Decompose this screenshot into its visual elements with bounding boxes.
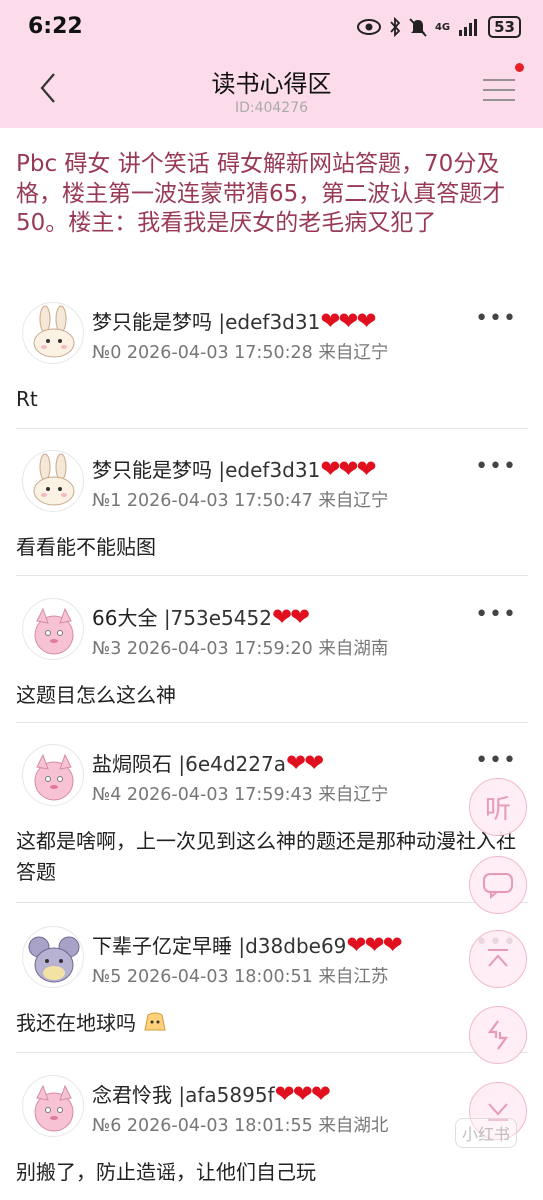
more-options-icon[interactable]: ••• [475, 602, 517, 627]
author-uid: |afa5895f [178, 1083, 275, 1107]
author-name: 梦只能是梦吗 [92, 458, 212, 482]
heart-badges: ❤❤ [271, 603, 310, 631]
listen-label: 听 [484, 794, 511, 825]
post-content: 这都是啥啊，上一次见到这么神的题还是那种动漫社入社答题 [16, 829, 516, 884]
comment-icon [483, 873, 513, 899]
author-uid: |753e5452 [163, 606, 272, 630]
heart-badges: ❤❤ [285, 749, 324, 777]
post-meta: №5 2026-04-03 18:00:51 来自江苏 [92, 967, 389, 987]
author-name: 66大全 [92, 606, 158, 630]
post-meta: №1 2026-04-03 17:50:47 来自辽宁 [92, 491, 389, 511]
notification-dot [515, 63, 524, 72]
post-content: 别搬了，防止造谣，让他们自己玩 [16, 1160, 316, 1184]
post-item: 盐焗陨石 |6e4d227a❤❤ №4 2026-04-03 17:59:43 … [0, 744, 543, 900]
divider [16, 722, 528, 723]
mute-icon [409, 18, 427, 37]
rabbit-avatar[interactable] [22, 302, 84, 364]
divider [16, 902, 528, 903]
scroll-top-button[interactable] [469, 930, 527, 988]
post-meta: №4 2026-04-03 17:59:43 来自辽宁 [92, 785, 389, 805]
post-author[interactable]: 梦只能是梦吗 |edef3d31❤❤❤ [92, 306, 377, 335]
heart-badges: ❤❤❤ [346, 931, 402, 959]
author-uid: |6e4d227a [178, 752, 286, 776]
more-options-icon[interactable]: ••• [475, 306, 517, 331]
post-item: 梦只能是梦吗 |edef3d31❤❤❤ №0 2026-04-03 17:50:… [0, 302, 543, 428]
post-meta: №6 2026-04-03 18:01:55 来自湖北 [92, 1116, 389, 1136]
gray-mouse-avatar[interactable] [22, 926, 84, 988]
watermark-logo: 小红书 [455, 1118, 518, 1148]
emoji-sticker-icon [144, 1012, 166, 1031]
pink-monster-avatar[interactable] [22, 598, 84, 660]
post-meta: №0 2026-04-03 17:50:28 来自辽宁 [92, 343, 389, 363]
more-options-icon[interactable]: ••• [475, 454, 517, 479]
post-content: 我还在地球吗 [16, 1008, 526, 1039]
post-content: 看看能不能贴图 [16, 535, 156, 559]
more-options-icon[interactable]: ••• [475, 748, 517, 773]
heart-badges: ❤❤❤ [320, 307, 376, 335]
post-author[interactable]: 66大全 |753e5452❤❤ [92, 602, 310, 631]
page-title: 读书心得区 [211, 70, 332, 98]
post-item: 66大全 |753e5452❤❤ №3 2026-04-03 17:59:20 … [0, 598, 543, 724]
listen-button[interactable]: 听 [469, 778, 527, 836]
author-name: 下辈子亿定早睡 [92, 934, 232, 958]
post-text: 我还在地球吗 [16, 1011, 136, 1035]
post-author[interactable]: 梦只能是梦吗 |edef3d31❤❤❤ [92, 454, 377, 483]
signal-icon [459, 19, 478, 36]
status-bar: 6:22 4G 53 [0, 0, 543, 52]
author-name: 梦只能是梦吗 [92, 310, 212, 334]
top-nav-bar: 读书心得区 ID:404276 [0, 52, 543, 128]
post-content: Rt [16, 387, 38, 411]
post-author[interactable]: 下辈子亿定早睡 |d38dbe69❤❤❤ [92, 930, 403, 959]
status-icons: 4G 53 [356, 16, 521, 38]
eye-icon [356, 19, 381, 35]
network-type: 4G [434, 21, 451, 33]
post-meta: №3 2026-04-03 17:59:20 来自湖南 [92, 639, 389, 659]
pink-monster-avatar[interactable] [22, 1075, 84, 1137]
post-author[interactable]: 念君怜我 |afa5895f❤❤❤ [92, 1079, 331, 1108]
author-name: 念君怜我 [92, 1083, 172, 1107]
refresh-button[interactable] [469, 1006, 527, 1064]
author-uid: |edef3d31 [218, 458, 321, 482]
pink-monster-avatar[interactable] [22, 744, 84, 806]
topic-title: Pbc 碍女 讲个笑话 碍女解新网站答题，70分及格，楼主第一波连蒙带猜65，第… [16, 151, 506, 236]
topic-id: ID:404276 [234, 100, 309, 116]
post-item: 梦只能是梦吗 |edef3d31❤❤❤ №1 2026-04-03 17:50:… [0, 450, 543, 576]
post-content: 这题目怎么这么神 [16, 683, 176, 707]
rabbit-avatar[interactable] [22, 450, 84, 512]
author-uid: |d38dbe69 [238, 934, 347, 958]
status-time: 6:22 [28, 14, 83, 39]
heart-badges: ❤❤❤ [320, 455, 376, 483]
menu-icon[interactable] [483, 76, 515, 104]
divider [16, 428, 528, 429]
post-author[interactable]: 盐焗陨石 |6e4d227a❤❤ [92, 748, 324, 777]
divider [16, 1052, 528, 1053]
battery-indicator: 53 [488, 16, 521, 38]
author-name: 盐焗陨石 [92, 752, 172, 776]
heart-badges: ❤❤❤ [274, 1080, 331, 1108]
bluetooth-icon [390, 17, 401, 37]
scroll-top-icon [488, 949, 508, 967]
post-item: 下辈子亿定早睡 |d38dbe69❤❤❤ №5 2026-04-03 18:00… [0, 926, 543, 1052]
divider [16, 575, 528, 576]
author-uid: |edef3d31 [218, 310, 321, 334]
refresh-icon [487, 1020, 509, 1050]
comment-button[interactable] [469, 856, 527, 914]
